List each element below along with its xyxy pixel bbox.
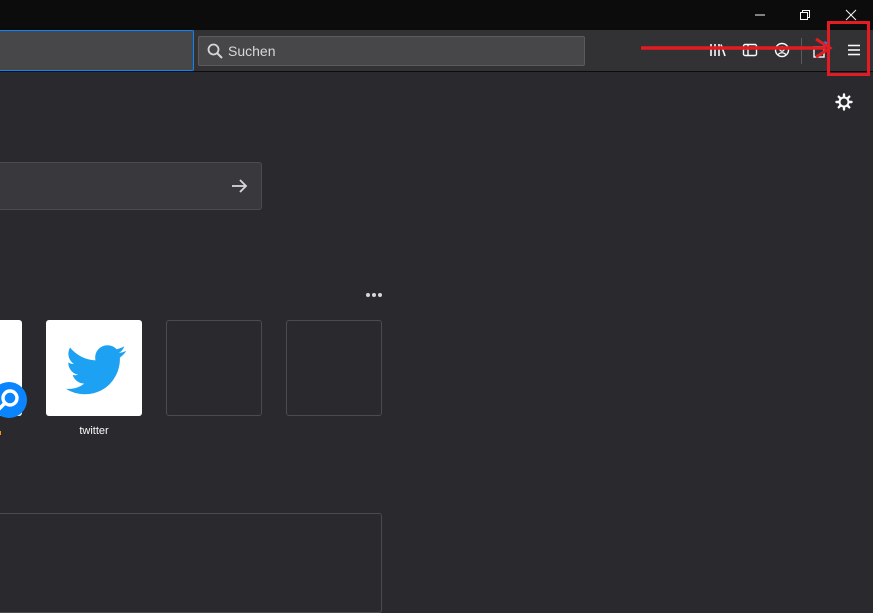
top-site-tile-empty[interactable] — [286, 320, 382, 416]
annotation-arrow — [641, 37, 833, 58]
more-options-button[interactable] — [363, 287, 385, 303]
search-go-button[interactable] — [229, 176, 249, 196]
highlights-card[interactable] — [0, 513, 382, 613]
top-site-tile-empty[interactable] — [166, 320, 262, 416]
minimize-icon — [755, 14, 765, 16]
search-input[interactable] — [228, 37, 568, 65]
more-dots-icon — [378, 293, 382, 297]
restore-icon — [800, 10, 810, 20]
search-bar[interactable] — [198, 36, 585, 66]
more-dots-icon — [366, 293, 370, 297]
search-icon — [207, 43, 223, 59]
newtab-search-box[interactable] — [0, 162, 262, 210]
annotation-highlight-box — [827, 21, 870, 76]
tile-label-twitter: twitter — [79, 425, 109, 437]
arrow-right-icon — [232, 179, 248, 193]
search-badge-icon — [0, 380, 28, 420]
close-icon — [845, 9, 857, 21]
url-bar[interactable] — [0, 30, 194, 71]
top-site-tile-twitter[interactable] — [46, 320, 142, 416]
gear-icon — [835, 93, 853, 111]
settings-button[interactable] — [834, 92, 854, 112]
tile-indicator — [0, 431, 1, 435]
minimize-button[interactable] — [737, 0, 783, 30]
title-bar — [0, 0, 873, 30]
restore-button[interactable] — [782, 0, 828, 30]
more-dots-icon — [372, 293, 376, 297]
twitter-bird-icon — [66, 345, 126, 395]
